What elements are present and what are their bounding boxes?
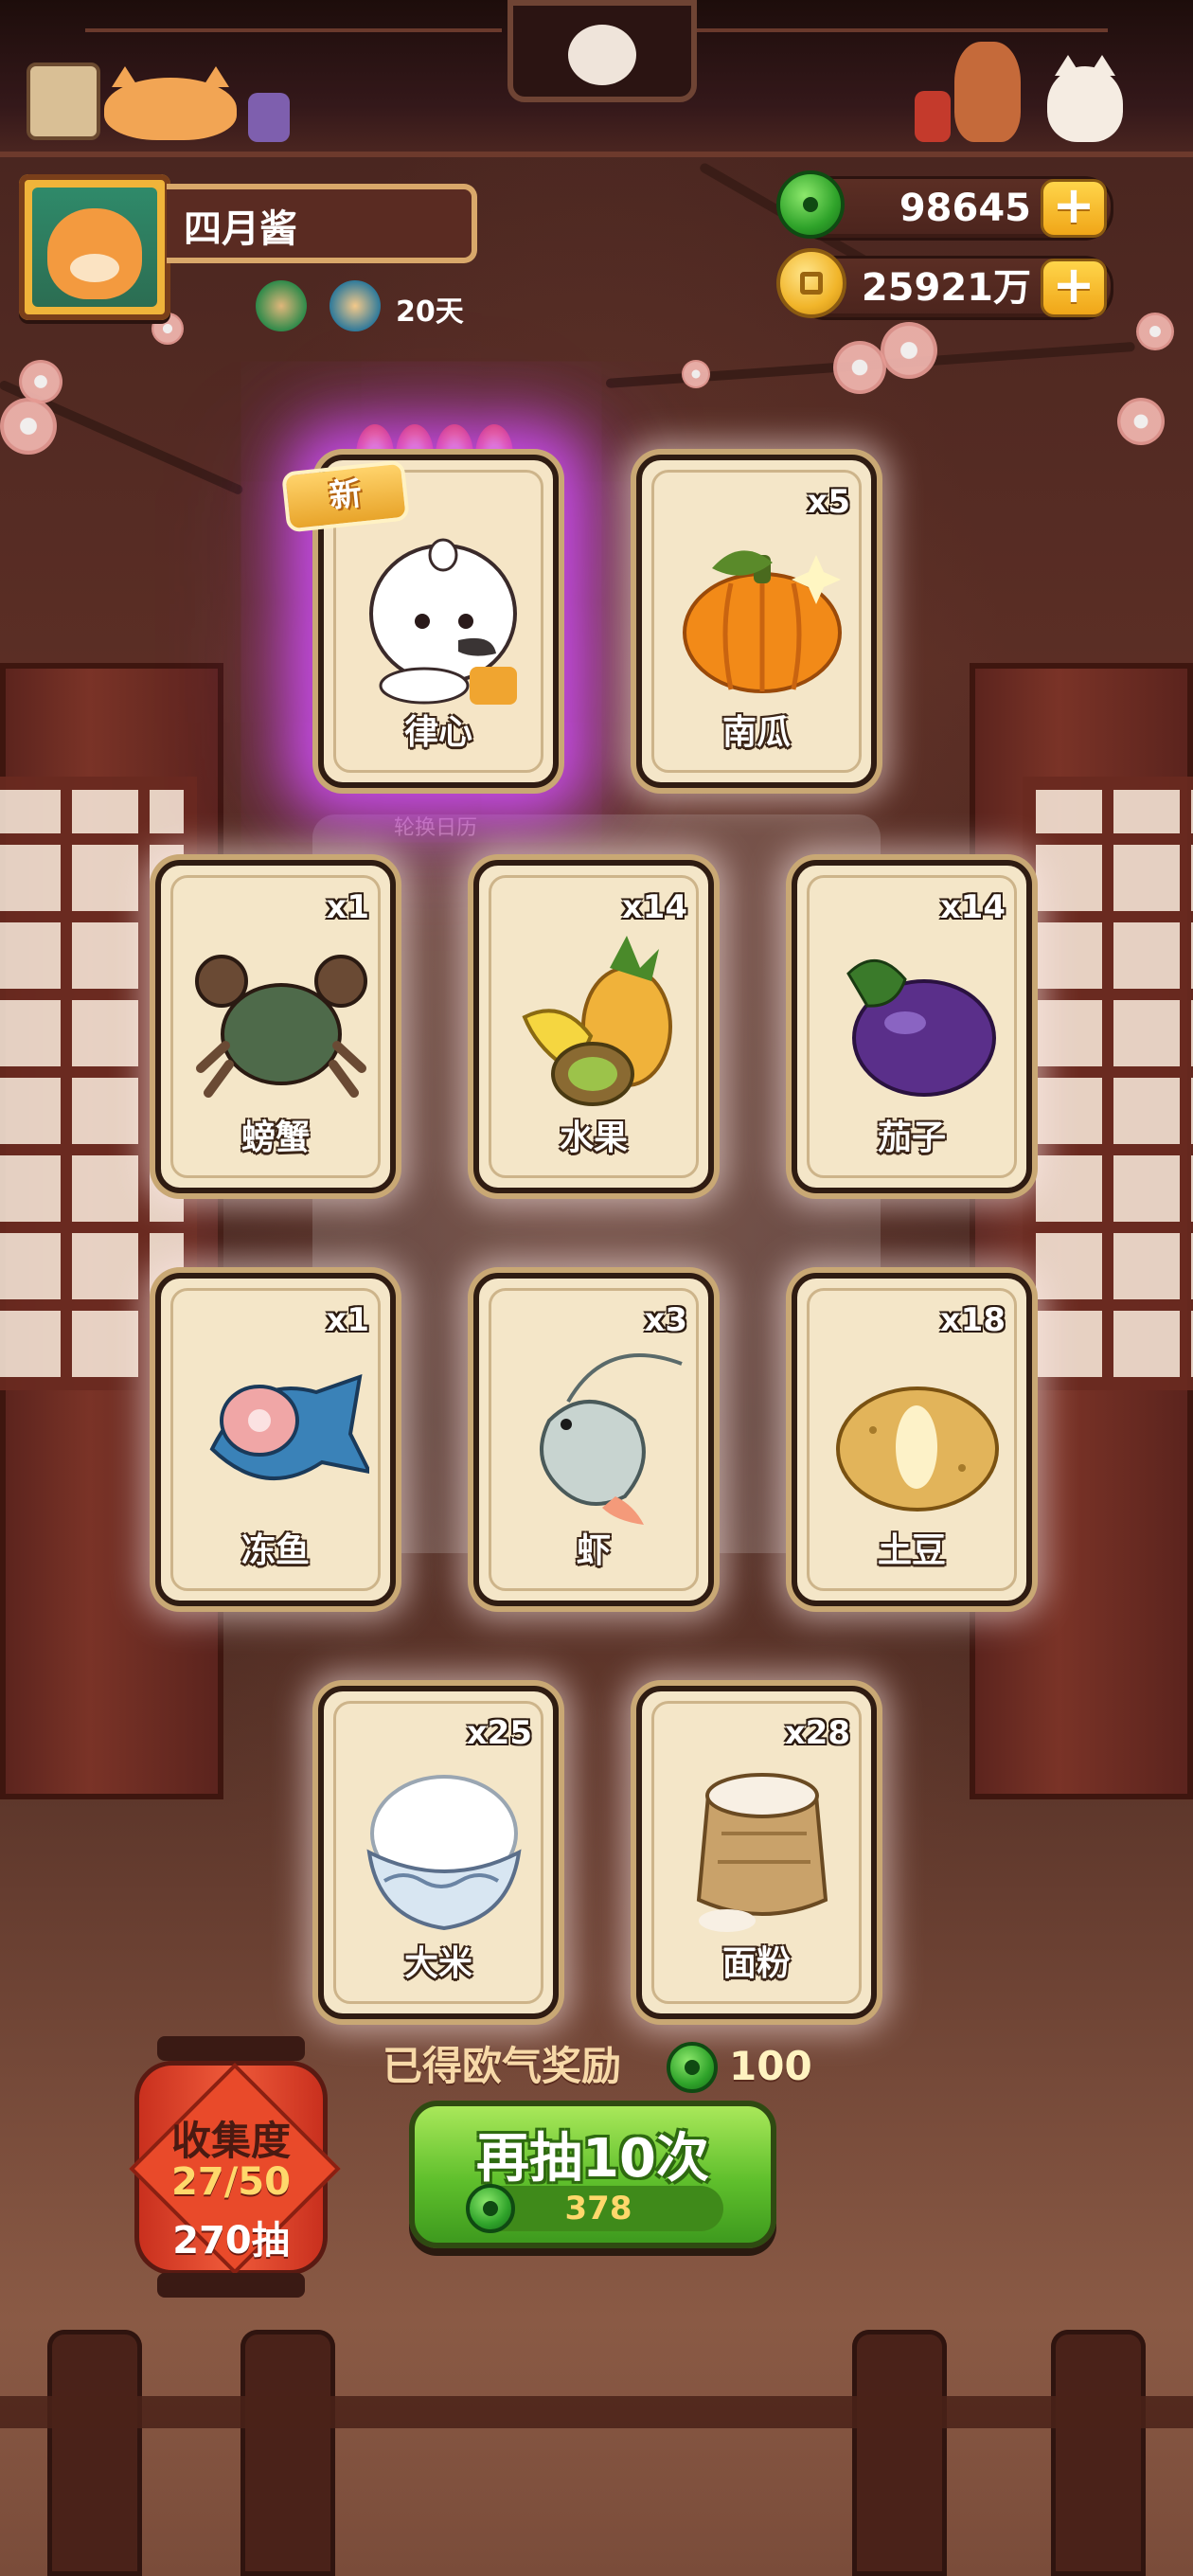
card-count: x14 (621, 888, 687, 926)
card-count: x25 (466, 1714, 532, 1752)
add-gold-button[interactable]: + (1041, 259, 1107, 317)
card-flour[interactable]: x28 面粉 (636, 1686, 877, 2019)
card-title: 茄子 (877, 1118, 946, 1157)
card-rice[interactable]: x25 大米 (318, 1686, 559, 2019)
rotate-calendar-label: 轮换日历 (393, 816, 477, 840)
card-title: 水果 (559, 1118, 628, 1157)
buff-character-icon[interactable] (256, 280, 307, 331)
draw-ten-button[interactable]: 再抽10次 378 (409, 2101, 776, 2248)
fruit-icon (511, 932, 687, 1112)
avatar[interactable] (19, 174, 170, 320)
draw-button-label: 再抽10次 (476, 2128, 709, 2190)
rice-bowl-icon (356, 1758, 532, 1938)
lantern-body: 收集度 27/50 270抽 (129, 2061, 341, 2275)
girl-character-icon (954, 42, 1021, 142)
flour-sack-icon (674, 1758, 850, 1938)
card-title: 冻鱼 (240, 1531, 310, 1570)
avatar-image (32, 188, 157, 307)
blossom (833, 341, 886, 394)
card-count: x3 (644, 1301, 687, 1339)
potato-icon (829, 1345, 1006, 1525)
collection-progress: 27/50 (171, 2160, 291, 2204)
buff-cup-icon[interactable] (329, 280, 381, 331)
card-pumpkin[interactable]: x5 南瓜 (636, 455, 877, 788)
card-count: x18 (939, 1301, 1006, 1339)
card-crab[interactable]: x1 螃蟹 (155, 860, 396, 1193)
reward-label: 已得欧气奖励 (383, 2043, 622, 2089)
blossom (1117, 398, 1165, 445)
hanging-sign (507, 0, 697, 102)
rope (85, 28, 502, 32)
gold-amount: 25921万 (861, 266, 1031, 310)
card-count: x1 (326, 1301, 369, 1339)
lantern-base (157, 2273, 305, 2298)
shrimp-icon (511, 1345, 687, 1525)
card-eggplant[interactable]: x14 茄子 (792, 860, 1032, 1193)
card-count: x14 (939, 888, 1006, 926)
card-title: 大米 (403, 1944, 472, 1983)
right-window-lattice (1023, 777, 1193, 1390)
card-title: 虾 (576, 1531, 611, 1570)
blossom (881, 322, 937, 379)
striped-cat-icon (104, 66, 237, 140)
jade-coin-icon (667, 2042, 718, 2093)
card-title: 面粉 (721, 1944, 791, 1983)
blossom (1136, 313, 1174, 350)
glasses-character-icon (568, 25, 636, 85)
collection-draws: 270抽 (172, 2219, 290, 2263)
white-cat-icon (1047, 55, 1123, 142)
new-badge: 新 (281, 459, 410, 533)
reward-amount: 100 (729, 2043, 812, 2089)
card-title: 螃蟹 (240, 1118, 310, 1157)
card-fruit[interactable]: x14 水果 (473, 860, 714, 1193)
card-potato[interactable]: x18 土豆 (792, 1273, 1032, 1606)
fence-post-3 (852, 2330, 947, 2576)
add-jade-button[interactable]: + (1041, 179, 1107, 238)
player-name: 四月酱 (167, 184, 477, 263)
rope (691, 28, 1108, 32)
draw-cost: 378 (466, 2184, 723, 2233)
pumpkin-icon (674, 527, 850, 707)
eggplant-icon (829, 932, 1006, 1112)
gold-coin-icon (776, 248, 846, 318)
lantern-cap (157, 2036, 305, 2061)
card-title: 土豆 (877, 1531, 946, 1570)
draw-cost-value: 378 (564, 2190, 632, 2227)
fence-post-2 (240, 2330, 335, 2576)
jade-coin-icon (776, 170, 845, 239)
fence-rail (0, 2396, 1193, 2428)
tiger-cat-face (70, 254, 119, 282)
purple-jar-icon (248, 93, 290, 142)
jade-amount: 98645 (899, 187, 1031, 230)
card-title: 律心 (403, 713, 472, 752)
collection-title: 收集度 (170, 2118, 291, 2164)
card-frozen-fish[interactable]: x1 冻鱼 (155, 1273, 396, 1606)
card-shrimp[interactable]: x3 虾 (473, 1273, 714, 1606)
card-count: x28 (784, 1714, 850, 1752)
top-shelf (0, 0, 1193, 157)
card-count: x5 (807, 483, 850, 521)
fence-post-4 (1051, 2330, 1146, 2576)
buff-duration: 20天 (396, 295, 464, 329)
paw-frame-icon (27, 63, 100, 140)
blossom (682, 360, 710, 388)
card-title: 南瓜 (721, 713, 791, 752)
fence-post-1 (47, 2330, 142, 2576)
red-book-icon (915, 91, 951, 142)
blossom (0, 398, 57, 455)
duck-character-icon (356, 527, 532, 707)
crab-icon (193, 932, 369, 1112)
card-count: x1 (326, 888, 369, 926)
frozen-fish-icon (193, 1345, 373, 1525)
collection-lantern[interactable]: 收集度 27/50 270抽 (129, 2036, 341, 2301)
